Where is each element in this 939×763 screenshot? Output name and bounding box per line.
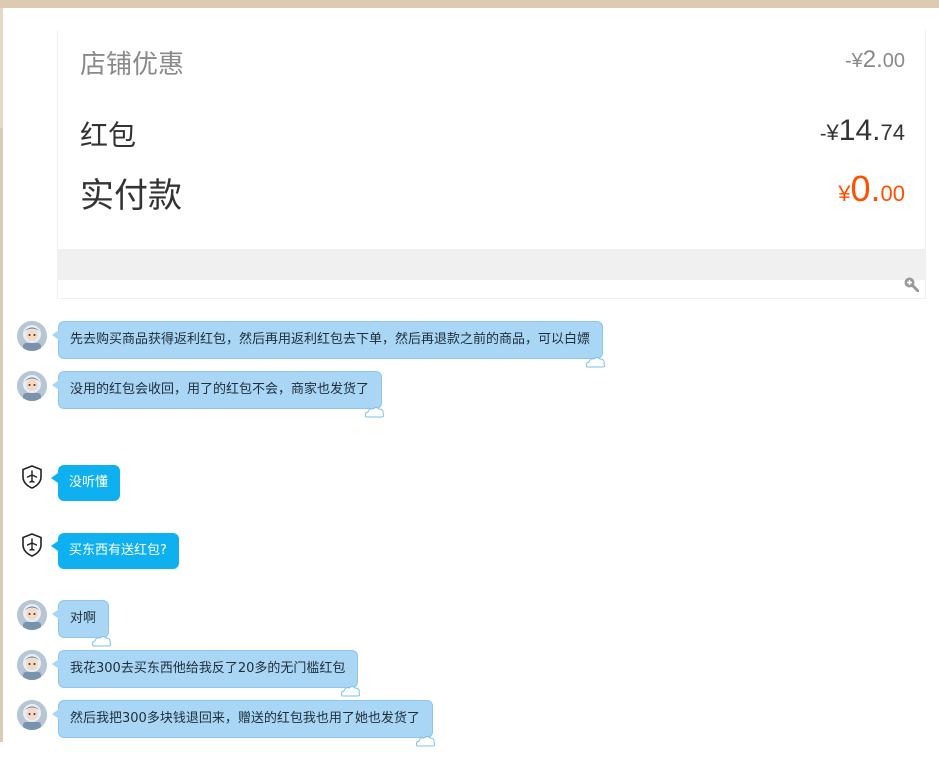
message-text: 先去购买商品获得返利红包，然后再用返利红包去下单，然后再退款之前的商品，可以白嫖 <box>70 332 591 347</box>
chat-message-row: 先去购买商品获得返利红包，然后再用返利红包去下单，然后再退款之前的商品，可以白嫖 <box>0 321 939 368</box>
message-text: 对啊 <box>70 611 97 626</box>
chat-message-row: 没听懂 <box>0 465 939 505</box>
receipt-divider-strip <box>58 249 925 280</box>
message-text: 没听懂 <box>69 475 109 490</box>
chat-message-row: 没用的红包会收回，用了的红包不会，商家也发货了 <box>0 371 939 418</box>
message-text: 没用的红包会收回，用了的红包不会，商家也发货了 <box>70 382 370 397</box>
red-packet-label: 红包 <box>80 119 137 152</box>
window-top-border <box>0 0 939 8</box>
message-text: 我花300去买东西他给我反了20多的无门槛红包 <box>70 661 346 676</box>
zoom-in-icon[interactable] <box>903 276 919 292</box>
receipt-image[interactable]: 店铺优惠 -¥2.00 红包 -¥14.74 实付款 ¥0.00 <box>57 30 926 299</box>
chat-message-row: 买东西有送红包? <box>0 533 939 573</box>
store-discount-amount: -¥2.00 <box>844 46 905 73</box>
actual-payment-amount: ¥0.00 <box>838 168 905 209</box>
store-discount-row: 店铺优惠 -¥2.00 <box>80 40 905 80</box>
bot-message-bubble[interactable]: 买东西有送红包? <box>51 533 179 569</box>
actual-payment-row: 实付款 ¥0.00 <box>80 168 905 216</box>
red-packet-row: 红包 -¥14.74 <box>80 114 905 154</box>
bubble-tail <box>52 709 59 719</box>
user-avatar[interactable] <box>17 600 47 630</box>
cloud-decoration-icon <box>339 677 361 697</box>
user-message-bubble[interactable]: 对啊 <box>52 600 112 647</box>
user-avatar[interactable] <box>17 700 47 730</box>
bot-message-bubble[interactable]: 没听懂 <box>51 465 121 501</box>
user-message-bubble[interactable]: 然后我把300多块钱退回来，赠送的红包我也用了她也发货了 <box>52 700 436 747</box>
user-message-bubble[interactable]: 我花300去买东西他给我反了20多的无门槛红包 <box>52 650 361 697</box>
message-text: 买东西有送红包? <box>69 543 167 558</box>
user-avatar[interactable] <box>17 321 47 351</box>
chat-message-row: 我花300去买东西他给我反了20多的无门槛红包 <box>0 650 939 697</box>
red-packet-amount: -¥14.74 <box>819 114 905 147</box>
user-message-bubble[interactable]: 没用的红包会收回，用了的红包不会，商家也发货了 <box>52 371 385 418</box>
shield-airplane-icon[interactable] <box>21 465 43 489</box>
bubble-tail <box>52 609 59 619</box>
cloud-decoration-icon <box>414 727 436 747</box>
chat-message-row: 对啊 <box>0 600 939 647</box>
bubble-tail <box>52 380 59 390</box>
bubble-tail <box>51 473 58 483</box>
actual-payment-label: 实付款 <box>80 176 182 216</box>
user-message-bubble[interactable]: 先去购买商品获得返利红包，然后再用返利红包去下单，然后再退款之前的商品，可以白嫖 <box>52 321 606 368</box>
bubble-tail <box>52 659 59 669</box>
chat-message-row: 然后我把300多块钱退回来，赠送的红包我也用了她也发货了 <box>0 700 939 747</box>
bubble-tail <box>51 541 58 551</box>
user-avatar[interactable] <box>17 650 47 680</box>
store-discount-label: 店铺优惠 <box>80 50 185 80</box>
cloud-decoration-icon <box>584 348 606 368</box>
bubble-tail <box>52 330 59 340</box>
cloud-decoration-icon <box>90 627 112 647</box>
cloud-decoration-icon <box>363 398 385 418</box>
shield-airplane-icon[interactable] <box>21 533 43 557</box>
message-text: 然后我把300多块钱退回来，赠送的红包我也用了她也发货了 <box>70 711 420 726</box>
user-avatar[interactable] <box>17 371 47 401</box>
